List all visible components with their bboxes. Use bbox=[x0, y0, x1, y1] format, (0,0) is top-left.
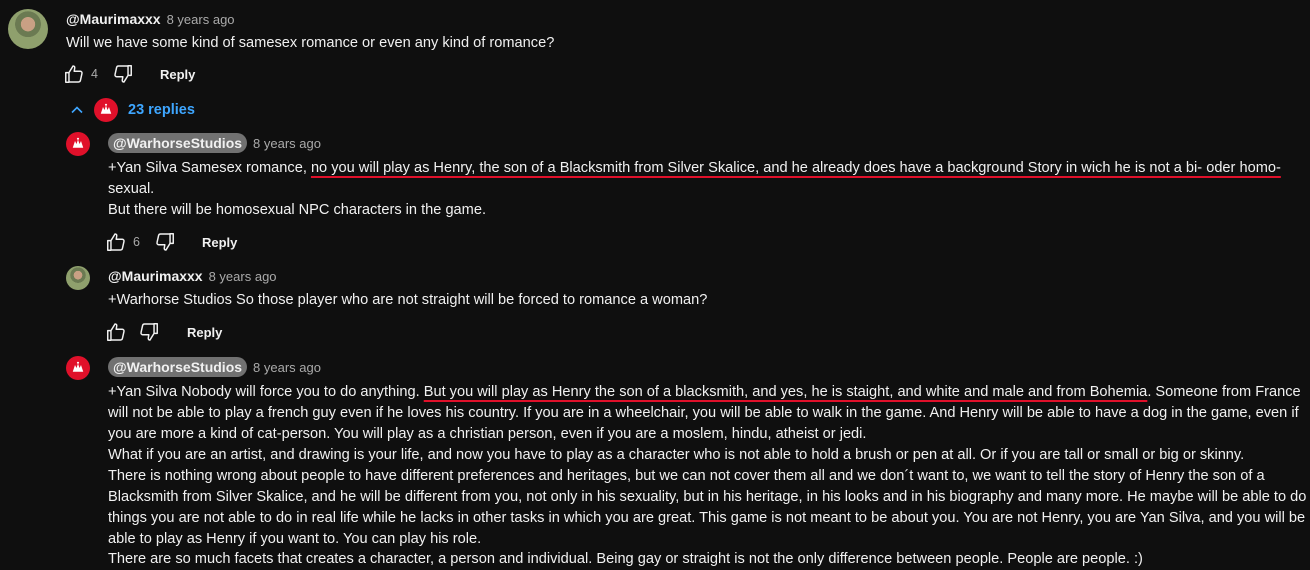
reply-text-line: There is nothing wrong about people to h… bbox=[108, 468, 1265, 484]
like-button[interactable] bbox=[105, 321, 127, 343]
reply-text-line: will not be able to play a french guy ev… bbox=[108, 405, 1299, 421]
reply-text-line: +Yan Silva Nobody will force you to do a… bbox=[108, 382, 1301, 403]
thumb-down-icon bbox=[138, 321, 160, 343]
reply-header: @WarhorseStudios 8 years ago bbox=[108, 133, 321, 153]
reply-timestamp[interactable]: 8 years ago bbox=[209, 269, 277, 284]
reply-text-line: Blacksmith from Silver Skalice, and he w… bbox=[108, 489, 1307, 505]
warhorse-logo bbox=[69, 359, 87, 377]
reply-text-line: But there will be homosexual NPC charact… bbox=[108, 202, 486, 218]
thumb-down-icon bbox=[112, 63, 134, 85]
replies-count-link[interactable]: 23 replies bbox=[128, 102, 195, 118]
author-handle-chip[interactable]: @WarhorseStudios bbox=[108, 133, 248, 153]
dislike-button[interactable] bbox=[154, 231, 176, 253]
reply-header: @WarhorseStudios 8 years ago bbox=[108, 357, 321, 377]
like-button[interactable] bbox=[63, 63, 85, 85]
author-handle[interactable]: @Maurimaxxx bbox=[66, 11, 161, 27]
author-handle-chip[interactable]: @WarhorseStudios bbox=[108, 357, 248, 377]
comment-text: Will we have some kind of samesex romanc… bbox=[66, 35, 555, 51]
reply-timestamp[interactable]: 8 years ago bbox=[253, 360, 321, 375]
warhorse-logo bbox=[97, 101, 115, 119]
reply-button[interactable]: Reply bbox=[202, 235, 237, 250]
avatar[interactable] bbox=[66, 356, 90, 380]
reply-text-line: able to play as Henry if you want to. Yo… bbox=[108, 531, 482, 547]
thumb-down-icon bbox=[154, 231, 176, 253]
comment-timestamp[interactable]: 8 years ago bbox=[167, 12, 235, 27]
comment-header: @Maurimaxxx 8 years ago bbox=[66, 11, 235, 27]
reply-text-line: things you are not able to do in real li… bbox=[108, 510, 1306, 526]
warhorse-logo bbox=[69, 135, 87, 153]
dislike-button[interactable] bbox=[112, 63, 134, 85]
chevron-up-icon bbox=[66, 102, 88, 118]
reply-text-segment: +Yan Silva Samesex romance, bbox=[108, 160, 311, 176]
reply-text-segment: . Someone from France bbox=[1147, 384, 1301, 400]
highlighted-text: But you will play as Henry the son of a … bbox=[423, 384, 1148, 400]
avatar[interactable] bbox=[66, 266, 90, 290]
reply-text-line: There are so much facets that creates a … bbox=[108, 551, 1143, 567]
creator-avatar bbox=[94, 98, 118, 122]
reply-timestamp[interactable]: 8 years ago bbox=[253, 136, 321, 151]
reply-text-line: +Warhorse Studios So those player who ar… bbox=[108, 292, 708, 308]
reply-text-segment: +Yan Silva Nobody will force you to do a… bbox=[108, 384, 424, 400]
avatar[interactable] bbox=[66, 132, 90, 156]
dislike-button[interactable] bbox=[138, 321, 160, 343]
reply-text-line: you are more a kind of cat-person. You w… bbox=[108, 426, 867, 442]
thumb-up-icon bbox=[105, 231, 127, 253]
highlighted-text: no you will play as Henry, the son of a … bbox=[310, 160, 1281, 176]
thumb-up-icon bbox=[63, 63, 85, 85]
author-handle[interactable]: @Maurimaxxx bbox=[108, 268, 203, 284]
reply-text-line: sexual. bbox=[108, 181, 155, 197]
like-count: 4 bbox=[91, 67, 98, 81]
like-button[interactable] bbox=[105, 231, 127, 253]
reply-text-line: +Yan Silva Samesex romance, no you will … bbox=[108, 158, 1281, 179]
reply-button[interactable]: Reply bbox=[187, 325, 222, 340]
avatar[interactable] bbox=[8, 9, 48, 49]
replies-toggle[interactable]: 23 replies bbox=[66, 98, 195, 122]
reply-button[interactable]: Reply bbox=[160, 67, 195, 82]
thumb-up-icon bbox=[105, 321, 127, 343]
like-count: 6 bbox=[133, 235, 140, 249]
reply-text-line: What if you are an artist, and drawing i… bbox=[108, 447, 1245, 463]
reply-header: @Maurimaxxx 8 years ago bbox=[108, 268, 277, 284]
